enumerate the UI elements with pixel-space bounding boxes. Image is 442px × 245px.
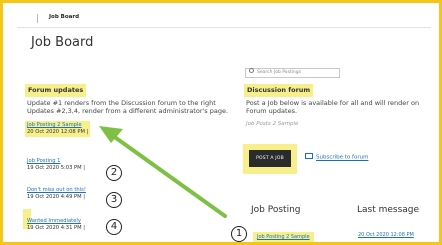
screenshot-frame: Job Board Job Board Search Job Postings …	[0, 0, 442, 245]
annotation-arrow	[99, 126, 227, 218]
arrow-shaft	[107, 131, 227, 218]
